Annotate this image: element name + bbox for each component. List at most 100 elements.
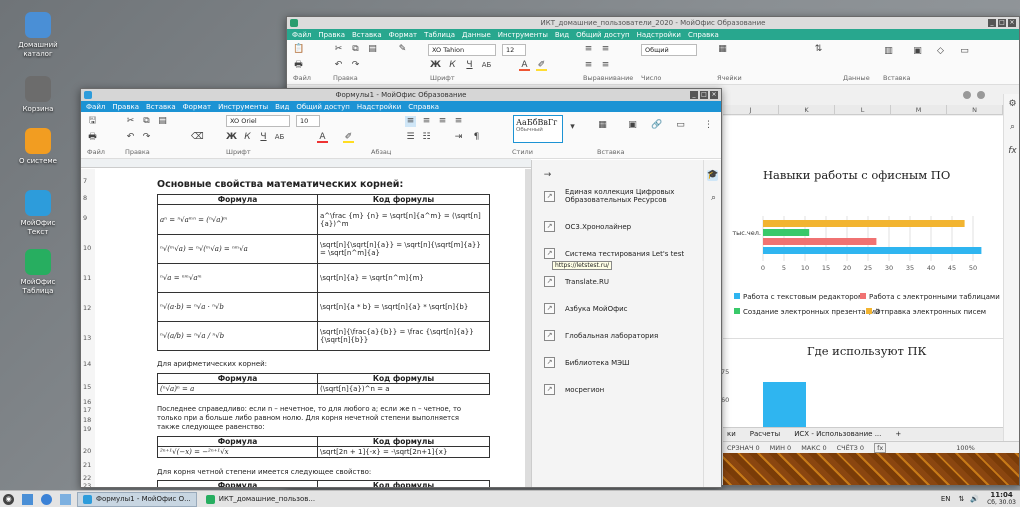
menu-item[interactable]: Данные xyxy=(462,31,491,39)
formula-cell[interactable]: ⁿ√(a/b) = ⁿ√a / ⁿ√b xyxy=(157,321,318,351)
formula-cell[interactable]: ²ⁿ⁺¹√(−x) = −²ⁿ⁺¹√x xyxy=(157,446,318,458)
code-cell[interactable]: (\sqrt[n]{a})^n = a xyxy=(317,383,490,395)
align-top-icon[interactable]: ≡ xyxy=(583,44,594,55)
comment-icon[interactable]: ▭ xyxy=(959,46,970,57)
clock[interactable]: 11:04 Сб, 30.03 xyxy=(987,491,1016,507)
menu-item[interactable]: Инструменты xyxy=(498,31,548,39)
side-panel-link[interactable]: ↗ Библиотека МЭШ xyxy=(544,357,685,368)
italic-icon[interactable]: К xyxy=(242,132,253,143)
align-left-icon[interactable]: ≡ xyxy=(583,60,594,71)
column-header-cell[interactable]: K xyxy=(779,105,835,114)
copy-icon[interactable]: ⧉ xyxy=(141,116,152,127)
justify-icon[interactable]: ≡ xyxy=(453,116,464,127)
sheet-tab[interactable]: ки xyxy=(727,430,736,438)
menu-item[interactable]: Общий доступ xyxy=(296,103,350,111)
function-icon[interactable]: fx xyxy=(1007,146,1018,157)
italic-icon[interactable]: К xyxy=(447,60,458,71)
desktop-icon[interactable]: МойОфис Таблица xyxy=(12,249,64,296)
side-panel-link[interactable]: ↗ Азбука МойОфис xyxy=(544,303,685,314)
volume-icon[interactable]: 🔊 xyxy=(970,495,979,503)
table-row[interactable]: ⁿ√(ᵐ√a) = ⁿ√(ᵐ√a) = ⁿᵐ√a \sqrt[n]{\sqrt[n… xyxy=(157,234,490,264)
menu-item[interactable]: Файл xyxy=(292,31,311,39)
text-window-titlebar[interactable]: Формулы1 - МойОфис Образование _ □ × xyxy=(81,89,721,101)
underline-icon[interactable]: Ч xyxy=(464,60,475,71)
maximize-icon[interactable]: □ xyxy=(998,19,1006,27)
taskbar-app-text[interactable]: Формулы1 - МойОфис О... xyxy=(77,491,197,507)
formula-cell[interactable]: ⁿ√(a·b) = ⁿ√a · ⁿ√b xyxy=(157,292,318,322)
table-row[interactable]: aⁿ = ⁿ√aᵐⁿ = (ⁿ√a)ᵐ a^\frac {m} {n} = \sq… xyxy=(157,204,490,235)
clear-format-icon[interactable]: ⌫ xyxy=(191,132,204,143)
sort-icon[interactable]: ⇅ xyxy=(813,44,824,55)
formula-cell[interactable]: ⁿ√a = ⁿᵐ√aᵐ xyxy=(157,263,318,293)
column-header-cell[interactable]: J xyxy=(723,105,779,114)
font-name-select[interactable]: XO Tahion xyxy=(428,44,496,56)
font-size-select[interactable]: 10 xyxy=(296,115,320,127)
files-icon[interactable] xyxy=(22,493,33,505)
folder-icon[interactable] xyxy=(60,493,71,505)
minimize-icon[interactable]: _ xyxy=(988,19,996,27)
print-icon[interactable]: 🖶 xyxy=(87,132,98,143)
font-size-select[interactable]: 12 xyxy=(502,44,526,56)
search-icon[interactable]: ⌕ xyxy=(708,193,719,204)
side-panel-link[interactable]: ↗ Глобальная лаборатория xyxy=(544,330,685,341)
table-window-titlebar[interactable]: ИКТ_домашние_пользователи_2020 - МойОфис… xyxy=(287,17,1019,29)
table-row[interactable]: (ⁿ√a)ⁿ = a (\sqrt[n]{a})^n = a xyxy=(157,383,490,395)
align-center-icon[interactable]: ≡ xyxy=(600,60,611,71)
style-preview[interactable]: АаБбВвГг Обычный xyxy=(513,115,563,143)
copy-icon[interactable]: ⧉ xyxy=(350,44,361,55)
font-color-icon[interactable]: A xyxy=(317,132,328,143)
align-left-icon[interactable]: ≡ xyxy=(405,116,416,127)
zoom-level[interactable]: 100% xyxy=(956,444,975,452)
menu-item[interactable]: Вставка xyxy=(146,103,176,111)
undo-icon[interactable]: ↶ xyxy=(333,60,344,71)
network-icon[interactable]: ⇅ xyxy=(959,495,965,503)
menu-item[interactable]: Файл xyxy=(86,103,105,111)
code-cell[interactable]: \sqrt[2n + 1]{-x} = -\sqrt[2n+1]{x} xyxy=(317,446,490,458)
bold-icon[interactable]: Ж xyxy=(226,132,237,143)
paste-icon[interactable]: 📋 xyxy=(293,44,304,55)
align-middle-icon[interactable]: ≡ xyxy=(600,44,611,55)
formula-cell[interactable]: ⁿ√(ᵐ√a) = ⁿ√(ᵐ√a) = ⁿᵐ√a xyxy=(157,234,318,264)
code-cell[interactable]: \sqrt[n]{a * b} = \sqrt[n]{a} * \sqrt[n]… xyxy=(317,292,490,322)
highlight-icon[interactable]: ✐ xyxy=(536,60,547,71)
menu-item[interactable]: Правка xyxy=(318,31,345,39)
formula-cell[interactable]: aⁿ = ⁿ√aᵐⁿ = (ⁿ√a)ᵐ xyxy=(157,204,318,235)
highlight-icon[interactable]: ✐ xyxy=(343,132,354,143)
table-insert-icon[interactable]: ▦ xyxy=(597,120,608,131)
side-panel-link[interactable]: ↗ Translate.RU xyxy=(544,276,685,287)
desktop-icon[interactable]: Домашний каталог xyxy=(12,12,64,59)
print-icon[interactable]: 🖶 xyxy=(293,60,304,71)
chart-icon[interactable]: ▥ xyxy=(883,46,894,57)
minimize-icon[interactable]: _ xyxy=(690,91,698,99)
menu-item[interactable]: Справка xyxy=(688,31,719,39)
desktop-icon[interactable]: МойОфис Текст xyxy=(12,190,64,237)
menu-item[interactable]: Вид xyxy=(555,31,569,39)
menu-item[interactable]: Формат xyxy=(389,31,417,39)
menu-item[interactable]: Правка xyxy=(112,103,139,111)
undo-icon[interactable]: ↶ xyxy=(125,132,136,143)
link-icon[interactable]: 🔗 xyxy=(651,120,662,131)
numbered-list-icon[interactable]: ☷ xyxy=(421,132,432,143)
code-cell[interactable]: \sqrt[n]{\sqrt[n]{a}} = \sqrt[n]{\sqrt[m… xyxy=(317,234,490,264)
browser-icon[interactable] xyxy=(41,493,52,505)
case-icon[interactable]: АБ xyxy=(481,60,492,71)
side-panel-link[interactable]: ↗ ОС3.Хронолайнер xyxy=(544,221,685,232)
table-row[interactable]: ⁿ√(a·b) = ⁿ√a · ⁿ√b \sqrt[n]{a * b} = \sq… xyxy=(157,292,490,322)
code-cell[interactable]: a^\frac {m} {n} = \sqrt[n]{a^m} = (\sqrt… xyxy=(317,204,490,235)
menu-item[interactable]: Инструменты xyxy=(218,103,268,111)
desktop-icon[interactable]: О системе xyxy=(12,128,64,166)
sheet-tab[interactable]: ИСХ - Использование ... xyxy=(794,430,881,438)
font-color-icon[interactable]: A xyxy=(519,60,530,71)
formula-cell[interactable]: (ⁿ√a)ⁿ = a xyxy=(157,383,318,395)
sheet-tab[interactable]: + xyxy=(895,430,901,438)
taskbar-app-table[interactable]: ИКТ_домашние_пользов... xyxy=(201,492,320,507)
menu-item[interactable]: Надстройки xyxy=(637,31,681,39)
menu-item[interactable]: Таблица xyxy=(424,31,455,39)
shape-icon[interactable]: ◇ xyxy=(935,46,946,57)
align-right-icon[interactable]: ≡ xyxy=(437,116,448,127)
save-icon[interactable]: 🖫 xyxy=(87,116,98,127)
cut-icon[interactable]: ✂ xyxy=(333,44,344,55)
bullet-list-icon[interactable]: ☰ xyxy=(405,132,416,143)
format-painter-icon[interactable]: ✎ xyxy=(397,44,408,55)
redo-icon[interactable]: ↷ xyxy=(141,132,152,143)
